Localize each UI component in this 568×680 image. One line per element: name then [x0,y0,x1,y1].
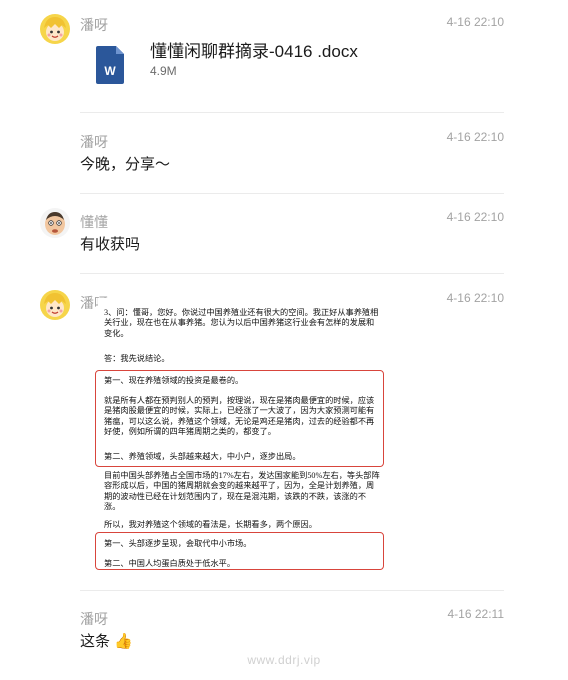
message-text: 这条 [80,633,111,650]
thumbs-up-icon: 👍 [114,633,133,650]
sender-name: 潘呀 [80,134,108,150]
timestamp: 4-16 22:11 [447,607,505,621]
word-file-letter: W [104,64,116,78]
doc-paragraph: 所以，我对养殖这个领域的看法是，长期看多，两个原因。 [104,520,317,529]
timestamp: 4-16 22:10 [446,291,504,305]
file-size: 4.9M [150,64,177,78]
timestamp: 4-16 22:10 [446,210,504,224]
highlight-box [95,370,384,467]
timestamp: 4-16 22:10 [446,130,504,144]
divider [80,273,504,274]
doc-paragraph: 3、问：懂哥，您好。你说过中国养殖业还有很大的空间。我正好从事养殖相关行业，现在… [104,308,379,338]
avatar-panya[interactable] [40,290,70,320]
shared-image[interactable]: 3、问：懂哥，您好。你说过中国养殖业还有很大的空间。我正好从事养殖相关行业，现在… [95,298,388,580]
divider [80,590,504,591]
message-body[interactable]: 今晚，分享～ [80,153,170,174]
word-file-icon: W [96,46,124,84]
file-name: 懂懂闲聊群摘录-0416 .docx [150,42,358,61]
highlight-box [95,532,384,570]
doc-paragraph: 答：我先说结论。 [104,354,170,363]
message-body[interactable]: 有收获吗 [80,233,140,254]
message-body[interactable]: 这条 👍 [80,630,133,651]
avatar-dongdong[interactable] [40,208,70,238]
divider [80,112,504,113]
sender-name: 潘呀 [80,611,108,627]
doc-paragraph: 目前中国头部养殖占全国市场的17%左右，发达国家能到50%左右，等头部阵容形成以… [104,471,380,512]
file-attachment[interactable]: W 懂懂闲聊群摘录-0416 .docx 4.9M [0,0,568,95]
divider [80,193,504,194]
sender-name: 懂懂 [80,214,108,230]
watermark: www.ddrj.vip [247,653,321,667]
